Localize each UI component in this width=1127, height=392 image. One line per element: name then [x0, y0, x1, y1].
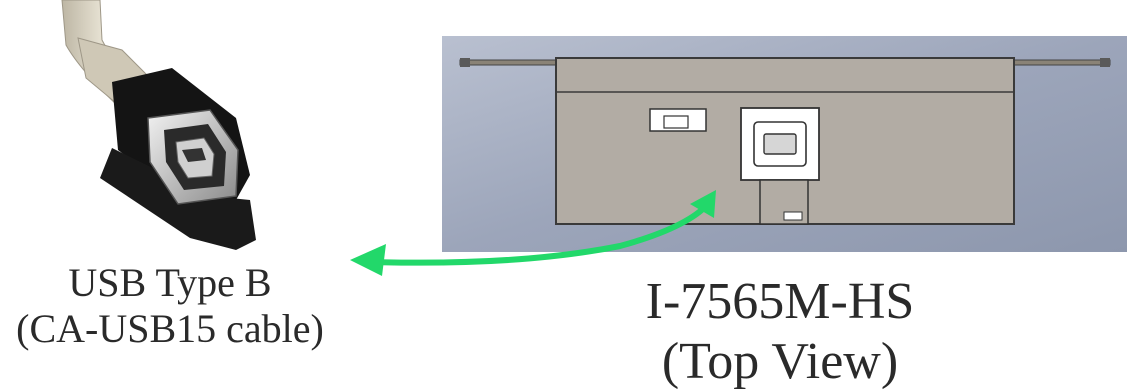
cable-caption-line2: (CA-USB15 cable) [16, 306, 324, 351]
cable-caption: USB Type B (CA-USB15 cable) [0, 260, 340, 352]
cable-caption-line1: USB Type B [68, 260, 272, 305]
device-caption: I-7565M-HS (Top View) [560, 272, 1000, 392]
device-top-view-illustration [442, 36, 1127, 252]
connection-arrowhead-left [350, 244, 386, 276]
device-caption-line1: I-7565M-HS [645, 273, 915, 330]
device-port-tab-notch [783, 211, 803, 221]
rail-end-left [460, 58, 470, 67]
device-caption-line2: (Top View) [661, 332, 899, 390]
rail-end-right [1100, 58, 1110, 67]
usb-port-contacts [763, 133, 797, 155]
usb-type-b-plug-illustration [61, 0, 256, 250]
